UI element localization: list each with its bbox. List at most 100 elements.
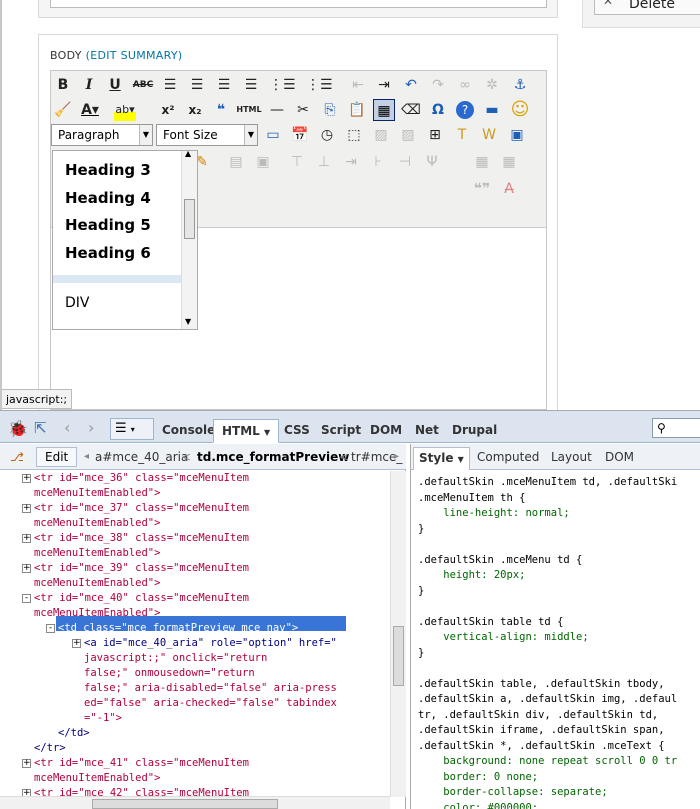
html-tree-line[interactable]: </td> [58, 726, 90, 740]
paste-text-icon[interactable]: T [451, 124, 473, 146]
italic-icon[interactable]: I [78, 74, 100, 96]
backcolor-icon[interactable]: ab▾ [114, 99, 136, 121]
firebug-logo-icon[interactable]: 🐞 [8, 419, 28, 438]
tab-computed[interactable]: Computed [477, 444, 539, 470]
table-icon[interactable]: ▦ [373, 99, 395, 121]
cut-icon[interactable]: ✂ [292, 99, 314, 121]
emoticon-icon[interactable]: ☺ [509, 99, 531, 121]
indent-icon[interactable]: ⇥ [373, 74, 395, 96]
insert-time-icon[interactable]: ◷ [316, 124, 338, 146]
html-tree-line[interactable]: false;" onmousedown="return [84, 666, 255, 680]
tab-drupal[interactable]: Drupal [452, 419, 497, 443]
collapse-icon[interactable]: - [22, 594, 31, 603]
firebug-search-input[interactable]: ⚲ [652, 418, 700, 438]
html-tree-line[interactable]: <a id="mce_40_aria" role="option" href=" [84, 636, 337, 650]
bold-icon[interactable]: B [52, 74, 74, 96]
move-backward-icon[interactable]: ▨ [397, 124, 419, 146]
visual-aid-icon[interactable]: ⬚ [343, 124, 365, 146]
html-tree-line[interactable]: <tr id="mce_39" class="mceMenuItem [34, 561, 249, 575]
underline-icon[interactable]: U [104, 74, 126, 96]
html-tree-line[interactable]: <tr id="mce_42" class="mceMenuItem [34, 786, 249, 796]
delete-row-icon[interactable]: ⇥ [340, 151, 362, 173]
horizontal-rule-icon[interactable]: — [266, 99, 288, 121]
edit-button[interactable]: Edit [36, 447, 78, 467]
html-tree-line[interactable]: <td class="mce_formatPreview mce_nav"> [58, 621, 298, 635]
css-rule-line[interactable]: tr, .defaultSkin div, .defaultSkin td, [418, 708, 658, 724]
row-props-icon[interactable]: ▤ [225, 151, 247, 173]
help-icon[interactable]: ? [456, 101, 474, 119]
split-cells-icon[interactable]: ▦ [471, 151, 493, 173]
row-before-icon[interactable]: ⊤ [286, 151, 308, 173]
css-rule-line[interactable]: .defaultSkin table td { [418, 615, 563, 631]
cleanup-icon[interactable]: 🧹 [52, 99, 74, 121]
format-dropdown-arrow-icon[interactable]: ▼ [139, 125, 152, 145]
html-tree-line[interactable]: mceMenuItemEnabled"> [34, 771, 160, 785]
format-menu-scrollbar[interactable]: ▲ ▼ [181, 151, 197, 329]
move-forward-icon[interactable]: ▨ [370, 124, 392, 146]
html-tree-line[interactable]: mceMenuItemEnabled"> [34, 486, 160, 500]
tab-console[interactable]: Console [162, 419, 215, 443]
html-source-button[interactable]: HTML [234, 99, 264, 121]
cite-icon[interactable]: ❝❞ [471, 178, 493, 200]
row-after-icon[interactable]: ⊥ [313, 151, 335, 173]
paste-icon[interactable]: 📋 [346, 99, 368, 121]
back-icon[interactable]: ‹ [64, 418, 70, 437]
merge-cells-icon[interactable]: ▦ [498, 151, 520, 173]
strikethrough-icon[interactable]: ABC [132, 74, 154, 96]
paste-word-icon[interactable]: W [478, 124, 500, 146]
html-tree-line[interactable]: mceMenuItemEnabled"> [34, 546, 160, 560]
expand-icon[interactable]: + [22, 789, 31, 796]
expand-icon[interactable]: + [22, 759, 31, 768]
html-tree-line[interactable]: <tr id="mce_36" class="mceMenuItem [34, 471, 249, 485]
css-rule-line[interactable]: .defaultSkin *, .defaultSkin .mceText { [418, 739, 665, 755]
format-option-div[interactable]: DIV [65, 295, 90, 311]
css-rule-line[interactable]: line-height: normal; [418, 506, 569, 522]
html-tree-line[interactable]: javascript:;" onclick="return [84, 651, 267, 665]
css-rule-line[interactable]: .defaultSkin iframe, .defaultSkin span, [418, 723, 665, 739]
subscript-icon[interactable]: x₂ [184, 99, 206, 121]
tab-layout[interactable]: Layout [551, 444, 592, 470]
absolute-icon[interactable]: ⊞ [424, 124, 446, 146]
forecolor-icon[interactable]: A▾ [79, 99, 101, 121]
html-tree-line[interactable]: ed="false" aria-checked="false" tabindex [84, 696, 337, 710]
blockquote-icon[interactable]: ❝ [210, 99, 232, 121]
breadcrumb-item-1[interactable]: a#mce_40_aria [95, 444, 188, 470]
outdent-icon[interactable]: ⇤ [347, 74, 369, 96]
insert-layer-icon[interactable]: ▭ [262, 124, 284, 146]
tab-side-dom[interactable]: DOM [605, 444, 634, 470]
html-tree-line[interactable]: <tr id="mce_38" class="mceMenuItem [34, 531, 249, 545]
special-char-icon[interactable]: Ω [427, 99, 449, 121]
css-rule-line[interactable]: border-collapse: separate; [418, 785, 607, 801]
align-left-icon[interactable]: ☰ [159, 74, 181, 96]
format-menu-scroll-thumb[interactable] [184, 199, 195, 239]
css-rule-line[interactable]: } [418, 522, 424, 538]
html-tree-line[interactable]: <tr id="mce_37" class="mceMenuItem [34, 501, 249, 515]
delete-col-icon[interactable]: Ψ [421, 151, 443, 173]
expand-icon[interactable]: + [72, 639, 81, 648]
collapse-icon[interactable]: - [46, 624, 55, 633]
align-right-icon[interactable]: ☰ [213, 74, 235, 96]
format-option-preview-highlight[interactable] [53, 275, 181, 283]
unlink-icon[interactable]: ✲ [481, 74, 503, 96]
expand-icon[interactable]: + [22, 504, 31, 513]
insert-date-icon[interactable]: 📅 [289, 124, 311, 146]
format-select[interactable]: Paragraph ▼ [51, 124, 153, 146]
previous-field-input[interactable] [50, 0, 547, 8]
font-size-dropdown-arrow-icon[interactable]: ▼ [244, 125, 257, 145]
cell-props-icon[interactable]: ▣ [252, 151, 274, 173]
css-rule-line[interactable]: .defaultSkin table, .defaultSkin tbody, [418, 677, 665, 693]
format-option-heading-6[interactable]: Heading 6 [65, 244, 151, 262]
eraser-icon[interactable]: ⌫ [400, 99, 422, 121]
css-rule-line[interactable]: vertical-align: middle; [418, 630, 588, 646]
expand-icon[interactable]: + [22, 534, 31, 543]
numbered-list-icon[interactable]: ⋮☰ [306, 74, 333, 96]
html-tree-line[interactable]: mceMenuItemEnabled"> [34, 606, 160, 620]
breadcrumb-item-2[interactable]: td.mce_formatPreview [197, 444, 349, 470]
tab-html[interactable]: HTML ▼ [213, 419, 280, 443]
align-center-icon[interactable]: ☰ [186, 74, 208, 96]
html-tree-line[interactable]: mceMenuItemEnabled"> [34, 576, 160, 590]
deletion-icon[interactable]: A̶ [498, 178, 520, 200]
font-size-select[interactable]: Font Size ▼ [156, 124, 258, 146]
html-scroll-thumb[interactable] [393, 626, 404, 686]
html-tree-line[interactable]: </tr> [34, 741, 66, 755]
